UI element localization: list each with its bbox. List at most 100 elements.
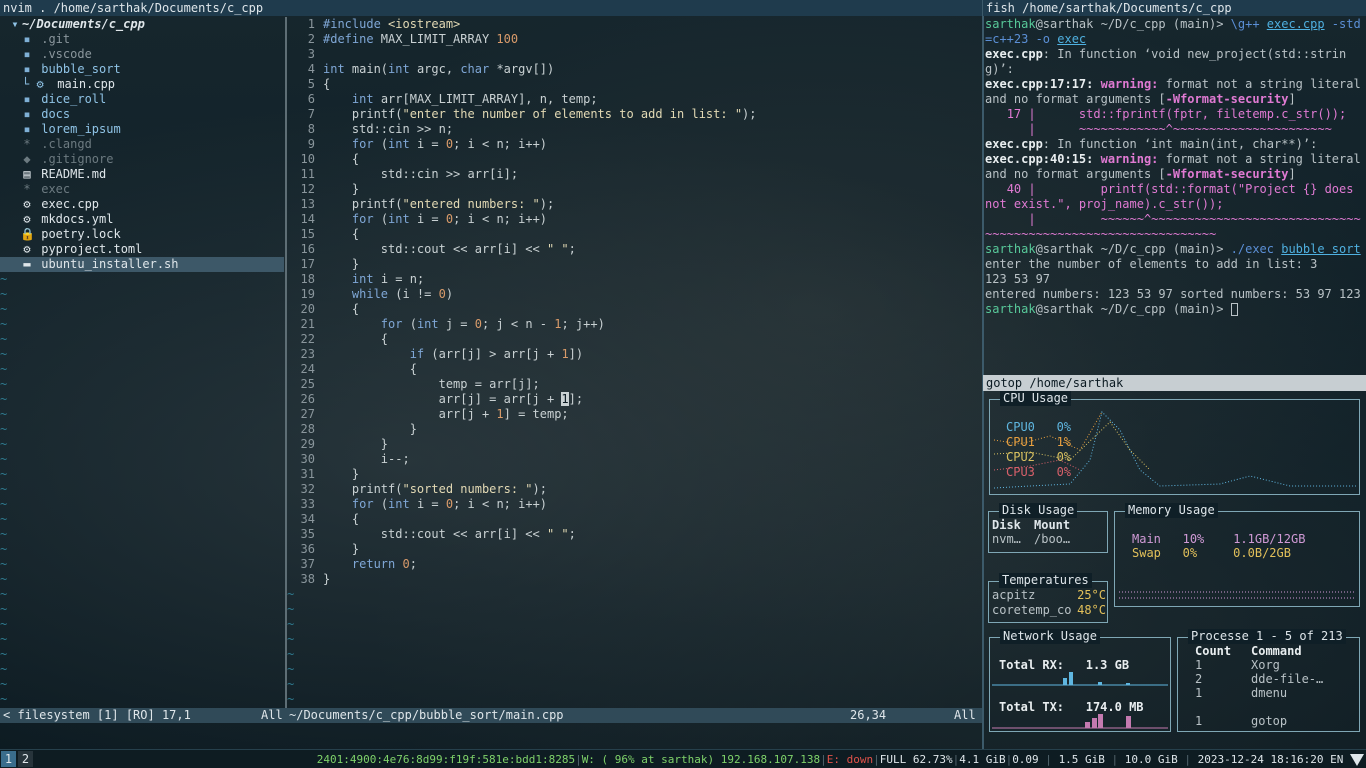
tree-item[interactable]: ▪ lorem_ipsum xyxy=(0,122,284,137)
code-line[interactable]: 16 std::cout << arr[i] << " "; xyxy=(287,242,982,257)
code-text: i--; xyxy=(323,452,410,466)
code-line[interactable]: 8 std::cin >> n; xyxy=(287,122,982,137)
code-line[interactable]: 31 } xyxy=(287,467,982,482)
code-line[interactable]: 33 for (int i = 0; i < n; i++) xyxy=(287,497,982,512)
tree-root-label: ~/Documents/c_cpp xyxy=(22,17,145,31)
code-line[interactable]: 11 std::cin >> arr[i]; xyxy=(287,167,982,182)
line-number: 31 xyxy=(300,467,315,481)
tree-item[interactable]: * .clangd xyxy=(0,137,284,152)
line-number: 17 xyxy=(300,257,315,271)
code-empty-tilde: ~ xyxy=(287,662,295,676)
tree-item[interactable]: ▤ README.md xyxy=(0,167,284,182)
file-tree[interactable]: ▾ ~/Documents/c_cpp ▪ .git ▪ .vscode ▪ bubb… xyxy=(0,17,284,707)
process-count: 1 xyxy=(1195,714,1203,728)
processes-panel[interactable]: Processe 1 - 5 of 213 Count Command 1 Xor… xyxy=(1177,629,1360,732)
code-line[interactable]: 22 { xyxy=(287,332,982,347)
code-line[interactable]: 12 } xyxy=(287,182,982,197)
processes-title: Processe 1 - 5 of 213 xyxy=(1188,629,1346,644)
code-line[interactable]: 13 printf("entered numbers: "); xyxy=(287,197,982,212)
code-text: } xyxy=(323,257,360,271)
code-text: { xyxy=(323,302,360,316)
code-line[interactable]: 17 } xyxy=(287,257,982,272)
tree-item[interactable]: ▪ .git xyxy=(0,32,284,47)
code-line[interactable]: 2 #define MAX_LIMIT_ARRAY 100 xyxy=(287,32,982,47)
keyboard-layout[interactable]: EN xyxy=(1330,753,1343,766)
code-line[interactable]: 18 int i = n; xyxy=(287,272,982,287)
tree-item-label: .gitignore xyxy=(34,152,114,166)
tree-item[interactable]: ⚙ exec.cpp xyxy=(0,197,284,212)
code-text: return 0; xyxy=(351,557,417,571)
tree-item[interactable]: └ ⚙ main.cpp xyxy=(0,77,284,92)
temperature-value: 25°C xyxy=(1077,588,1106,602)
line-number: 10 xyxy=(300,152,315,166)
code-text: { xyxy=(323,332,389,346)
code-line[interactable]: 29 } xyxy=(287,437,982,452)
code-line[interactable]: 37 return 0; xyxy=(287,557,982,572)
tree-root[interactable]: ▾ ~/Documents/c_cpp xyxy=(0,17,284,32)
process-row[interactable] xyxy=(1195,700,1355,714)
code-line[interactable]: 30 i--; xyxy=(287,452,982,467)
disk-row-disk: nvm… xyxy=(992,532,1021,546)
workspace-2[interactable]: 2 xyxy=(18,751,33,767)
temperature-sensor: acpitz xyxy=(992,588,1036,602)
code-empty-tilde: ~ xyxy=(287,617,295,631)
code-line[interactable]: 15 { xyxy=(287,227,982,242)
code-line[interactable]: 36 } xyxy=(287,542,982,557)
code-editor[interactable]: 1 #include <iostream> 2 #define MAX_LIMIT_A… xyxy=(287,17,982,707)
line-number: 15 xyxy=(300,227,315,241)
code-line[interactable]: 5{ xyxy=(287,77,982,92)
code-line[interactable]: 3 xyxy=(287,47,982,62)
code-line[interactable]: 25 temp = arr[j]; xyxy=(287,377,982,392)
process-row[interactable]: 1 dmenu xyxy=(1195,686,1355,700)
code-line[interactable]: 38} xyxy=(287,572,982,587)
code-line[interactable]: 23 if (arr[j] > arr[j + 1]) xyxy=(287,347,982,362)
tree-item[interactable]: 🔒 poetry.lock xyxy=(0,227,284,242)
code-line[interactable]: 20 { xyxy=(287,302,982,317)
code-text: for (int i = 0; i < n; i++) xyxy=(351,137,548,151)
code-line[interactable]: 35 std::cout << arr[i] << " "; xyxy=(287,527,982,542)
tree-item[interactable]: ⚙ pyproject.toml xyxy=(0,242,284,257)
tree-item[interactable]: ▪ .vscode xyxy=(0,47,284,62)
code-line[interactable]: 21 for (int j = 0; j < n - 1; j++) xyxy=(287,317,982,332)
tree-items: ▪ .git ▪ .vscode ▪ bubble_sort └ ⚙ main.cpp… xyxy=(0,32,284,272)
tree-item[interactable]: ▬ ubuntu_installer.sh xyxy=(0,257,284,272)
code-line[interactable]: 9 for (int i = 0; i < n; i++) xyxy=(287,137,982,152)
code-line[interactable]: 27 arr[j + 1] = temp; xyxy=(287,407,982,422)
tree-item[interactable]: ▪ bubble_sort xyxy=(0,62,284,77)
code-line[interactable]: 24 { xyxy=(287,362,982,377)
code-line[interactable]: 26 arr[j] = arr[j + 1]; xyxy=(287,392,982,407)
tree-item[interactable]: * exec xyxy=(0,182,284,197)
code-line[interactable]: 10 { xyxy=(287,152,982,167)
code-line[interactable]: 32 printf("sorted numbers: "); xyxy=(287,482,982,497)
code-line[interactable]: 7 printf("enter the number of elements t… xyxy=(287,107,982,122)
statusline-file: ~/Documents/c_cpp/bubble_sort/main.cpp xyxy=(289,708,564,722)
code-text: #define MAX_LIMIT_ARRAY 100 xyxy=(323,32,519,46)
code-line[interactable]: 14 for (int i = 0; i < n; i++) xyxy=(287,212,982,227)
code-line[interactable]: 34 { xyxy=(287,512,982,527)
code-text: std::cin >> arr[i]; xyxy=(323,167,519,181)
code-line[interactable]: 28 } xyxy=(287,422,982,437)
process-row[interactable]: 1 Xorg xyxy=(1195,658,1355,672)
code-line[interactable]: 19 while (i != 0) xyxy=(287,287,982,302)
process-row[interactable]: 1 gotop xyxy=(1195,714,1355,728)
tray-app-icon[interactable] xyxy=(1350,754,1364,766)
compiler-caret-2: | ~~~~~~^~~~~~~~~~~~~~~~~~~~~~~~~~~~~~~~… xyxy=(985,212,1361,241)
process-row[interactable]: 2 dde-file-… xyxy=(1195,672,1355,686)
line-number: 20 xyxy=(300,302,315,316)
code-line[interactable]: 1 #include <iostream> xyxy=(287,17,982,32)
tree-item[interactable]: ◆ .gitignore xyxy=(0,152,284,167)
tree-item-label: .vscode xyxy=(34,47,92,61)
fish-terminal[interactable]: sarthak@sarthak ~/D/c_cpp (main)> \g++ e… xyxy=(985,17,1366,375)
tree-item[interactable]: ▪ dice_roll xyxy=(0,92,284,107)
network-tx-graph xyxy=(992,714,1168,729)
workspace-1[interactable]: 1 xyxy=(1,751,16,767)
tree-item[interactable]: ⚙ mkdocs.yml xyxy=(0,212,284,227)
code-line[interactable]: 4 int main(int argc, char *argv[]) xyxy=(287,62,982,77)
code-text: printf("sorted numbers: "); xyxy=(323,482,547,496)
line-number: 14 xyxy=(300,212,315,226)
program-output-1: enter the number of elements to add in l… xyxy=(985,257,1318,271)
code-text: { xyxy=(323,77,331,91)
tree-item[interactable]: ▪ docs xyxy=(0,107,284,122)
code-line[interactable]: 6 int arr[MAX_LIMIT_ARRAY], n, temp; xyxy=(287,92,982,107)
folder-icon: ▪ xyxy=(23,107,31,121)
